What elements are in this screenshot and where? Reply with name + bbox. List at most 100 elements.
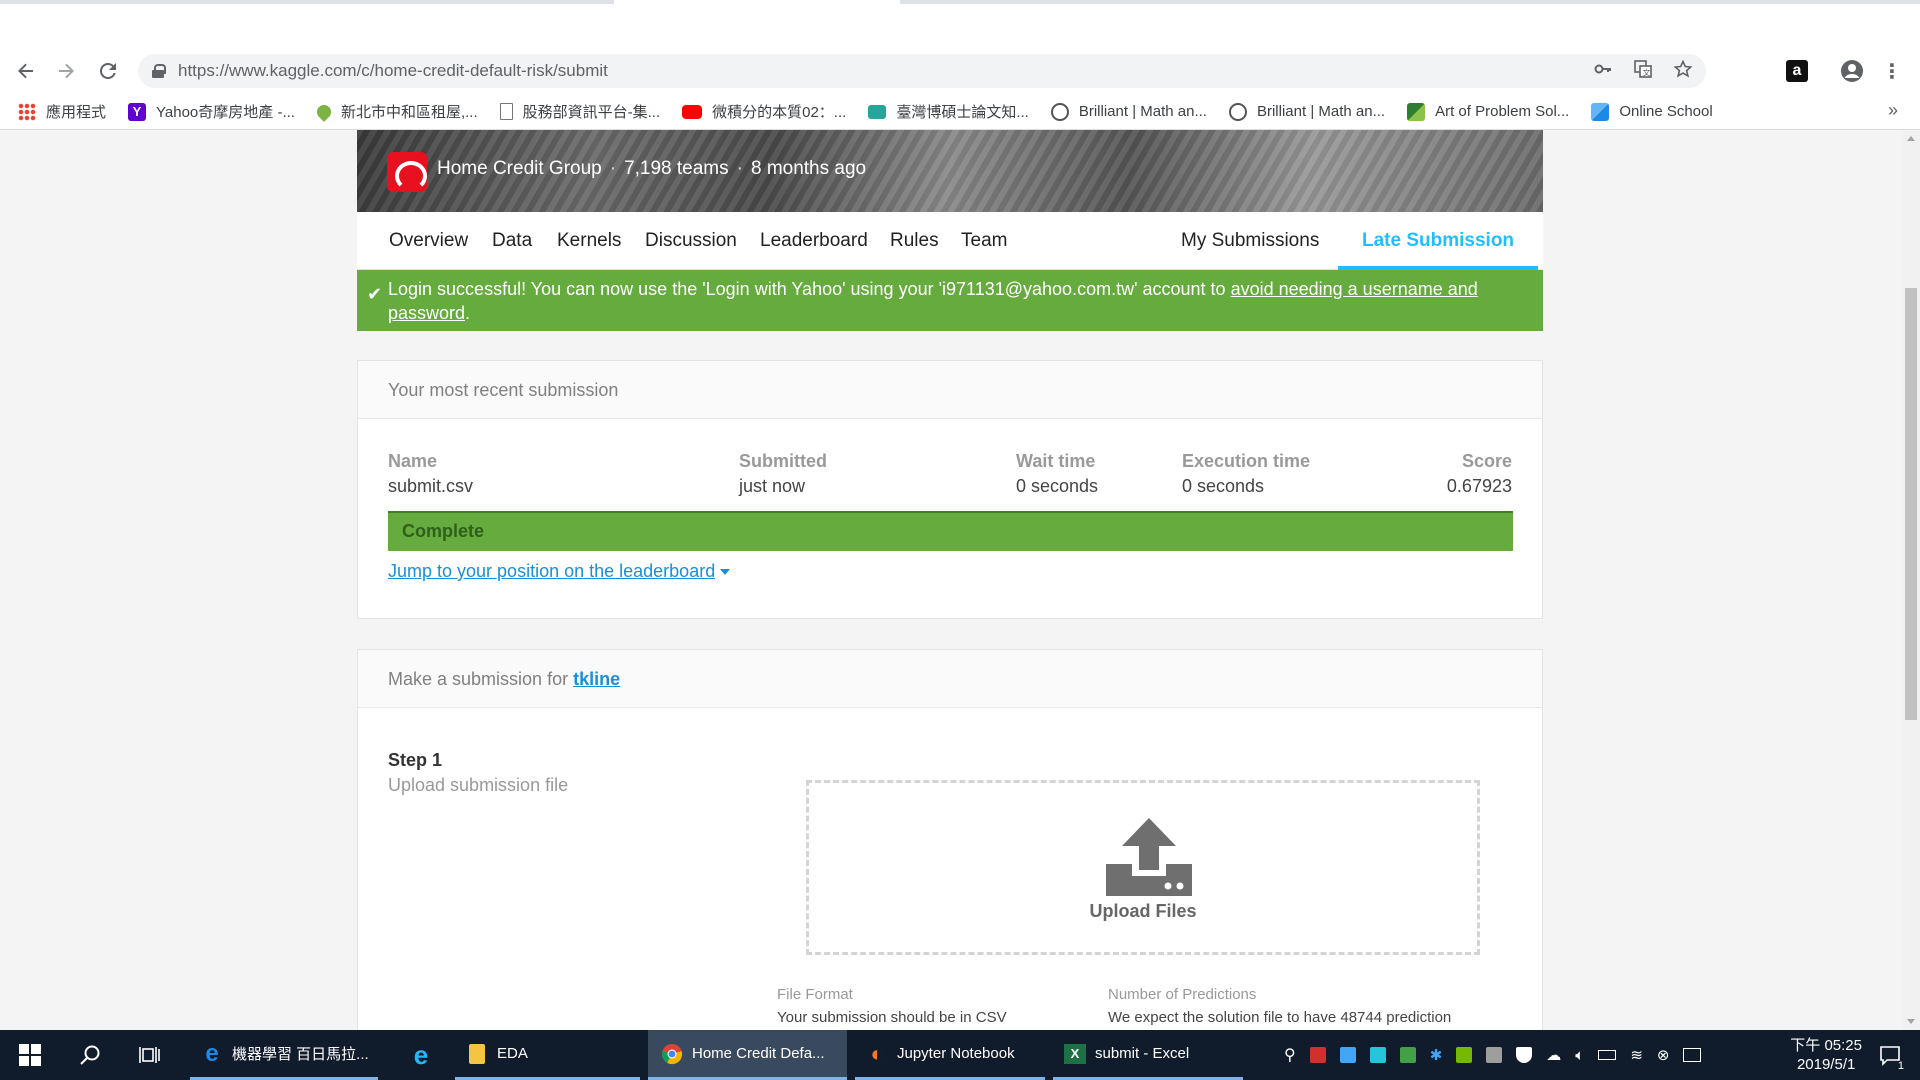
taskbar-item-label: submit - Excel xyxy=(1095,1045,1190,1062)
bookmark-stock-platform[interactable]: 股務部資訊平台-集... xyxy=(499,101,660,122)
taskbar-item-jupyter[interactable]: ◐ Jupyter Notebook xyxy=(855,1030,1045,1080)
login-success-alert: ✔ Login successful! You can now use the … xyxy=(357,270,1543,331)
competition-age: 8 months ago xyxy=(750,158,867,179)
file-format-info: File Format Your submission should be in… xyxy=(777,983,1007,1029)
action-center-button[interactable]: 1 xyxy=(1870,1030,1910,1080)
wait-time-value: 0 seconds xyxy=(1016,476,1099,496)
lock-icon xyxy=(152,64,166,78)
tray-app-icon-gray[interactable] xyxy=(1486,1047,1503,1063)
name-value: submit.csv xyxy=(388,476,474,496)
tab-team[interactable]: Team xyxy=(961,212,1007,270)
team-user-link[interactable]: tkline xyxy=(573,669,620,689)
task-view-button[interactable] xyxy=(134,1030,166,1080)
youtube-icon xyxy=(682,104,703,119)
jump-link-label: Jump to your position on the leaderboard xyxy=(388,561,716,581)
execution-time-value: 0 seconds xyxy=(1182,476,1265,496)
bookmark-label: Art of Problem Sol... xyxy=(1435,103,1570,120)
org-name[interactable]: Home Credit Group xyxy=(437,158,602,179)
tab-kernels[interactable]: Kernels xyxy=(557,212,621,270)
taskbar-item-explorer[interactable]: EDA xyxy=(455,1030,640,1080)
bookmark-brilliant-1[interactable]: Brilliant | Math an... xyxy=(1050,102,1207,121)
folder-icon xyxy=(465,1042,489,1066)
reload-icon[interactable] xyxy=(88,51,128,91)
key-icon[interactable] xyxy=(1594,60,1612,83)
tray-app-icon-red[interactable] xyxy=(1309,1047,1326,1063)
scroll-up-icon[interactable] xyxy=(1907,136,1915,141)
caret-down-icon xyxy=(720,569,731,576)
bookmark-aops[interactable]: Art of Problem Sol... xyxy=(1407,102,1570,121)
taskbar-clock[interactable]: 下午 05:25 2019/5/1 xyxy=(1790,1036,1862,1074)
bookmarks-bar: 應用程式 Y Yahoo奇摩房地產 -... 新北市中和區租屋,... 股務部資… xyxy=(0,94,1920,130)
make-submission-heading: Make a submission for tkline xyxy=(358,650,1542,708)
bookmark-label: 新北市中和區租屋,... xyxy=(340,104,478,121)
bookmark-rental[interactable]: 新北市中和區租屋,... xyxy=(314,101,478,122)
predictions-text: We expect the solution file to have 4874… xyxy=(1108,1009,1452,1026)
active-tab[interactable] xyxy=(614,0,900,4)
tab-discussion[interactable]: Discussion xyxy=(645,212,737,270)
bookmark-label: Online School xyxy=(1619,103,1713,120)
people-icon[interactable]: ⚲ xyxy=(1284,1045,1296,1065)
taskbar-item-ie[interactable]: e xyxy=(396,1030,446,1080)
bookmark-online-school[interactable]: Online School xyxy=(1591,102,1713,121)
back-icon[interactable] xyxy=(6,51,46,91)
address-bar[interactable]: https://www.kaggle.com/c/home-credit-def… xyxy=(138,54,1706,88)
page-scrollbar[interactable] xyxy=(1902,130,1920,1030)
scroll-down-icon[interactable] xyxy=(1907,1019,1915,1024)
forward-icon[interactable] xyxy=(46,51,86,91)
account-icon[interactable] xyxy=(1839,58,1865,84)
taskbar-item-label: Jupyter Notebook xyxy=(897,1045,1015,1062)
windows-icon xyxy=(19,1044,41,1066)
bookmark-label: 臺灣博碩士論文知... xyxy=(896,104,1029,121)
tab-overview[interactable]: Overview xyxy=(389,212,468,270)
shield-icon[interactable] xyxy=(1516,1047,1533,1063)
bookmark-thesis[interactable]: 臺灣博碩士論文知... xyxy=(868,101,1029,122)
search-button[interactable] xyxy=(74,1030,106,1080)
bluetooth-icon[interactable]: ✱ xyxy=(1430,1046,1443,1064)
browser-tab-strip xyxy=(0,0,1920,48)
upload-files-label: Upload Files xyxy=(1089,901,1197,921)
taskbar-item-chrome[interactable]: Home Credit Defa... xyxy=(648,1030,847,1080)
nvidia-icon[interactable] xyxy=(1456,1047,1473,1063)
tab-late-submission[interactable]: Late Submission xyxy=(1338,212,1539,270)
upload-dropzone[interactable]: Upload Files xyxy=(806,780,1480,955)
scrollbar-thumb[interactable] xyxy=(1905,288,1917,720)
wifi-icon[interactable]: ≋ xyxy=(1630,1046,1643,1064)
tab-leaderboard[interactable]: Leaderboard xyxy=(760,212,868,270)
no-network-icon[interactable]: ⊗ xyxy=(1657,1046,1670,1064)
amazon-extension-icon[interactable]: a xyxy=(1786,60,1808,82)
bookmark-apps[interactable]: 應用程式 xyxy=(18,101,106,122)
bookmarks-overflow-icon[interactable]: » xyxy=(1888,100,1898,121)
translate-icon[interactable]: 文 xyxy=(1634,59,1652,83)
document-icon xyxy=(499,103,513,120)
tab-rules[interactable]: Rules xyxy=(890,212,939,270)
start-button[interactable] xyxy=(14,1030,46,1080)
tab-my-submissions[interactable]: My Submissions xyxy=(1181,212,1319,270)
wait-time-label: Wait time xyxy=(1016,451,1096,471)
yahoo-icon: Y xyxy=(128,102,147,121)
menu-icon[interactable]: ⋮ xyxy=(1882,58,1902,84)
bookmark-yahoo-realestate[interactable]: Y Yahoo奇摩房地產 -... xyxy=(128,101,295,122)
tab-data[interactable]: Data xyxy=(492,212,532,270)
battery-icon[interactable] xyxy=(1598,1050,1617,1060)
alert-tail: . xyxy=(465,303,471,323)
tray-app-icon-teal[interactable] xyxy=(1369,1047,1386,1063)
tray-app-icon-blue[interactable] xyxy=(1339,1047,1356,1063)
competition-tabs: Overview Data Kernels Discussion Leaderb… xyxy=(357,212,1543,270)
taskbar-item-excel[interactable]: X submit - Excel xyxy=(1053,1030,1243,1080)
browser-toolbar: https://www.kaggle.com/c/home-credit-def… xyxy=(0,48,1920,94)
jump-to-leaderboard-link[interactable]: Jump to your position on the leaderboard xyxy=(388,561,731,582)
score-value: 0.67923 xyxy=(1446,476,1512,496)
taskbar-item-label: 機器學習 百日馬拉... xyxy=(232,1046,369,1063)
bookmark-youtube-calculus[interactable]: 微積分的本質02：... xyxy=(682,101,846,122)
bookmark-brilliant-2[interactable]: Brilliant | Math an... xyxy=(1228,102,1385,121)
onedrive-icon[interactable]: ☁ xyxy=(1546,1046,1561,1064)
star-icon[interactable] xyxy=(1673,59,1693,83)
keyboard-icon[interactable] xyxy=(1683,1048,1702,1062)
apps-grid-icon xyxy=(18,102,36,121)
taskbar-item-edge[interactable]: e 機器學習 百日馬拉... xyxy=(190,1030,378,1080)
col-execution-time: Execution time 0 seconds xyxy=(1182,449,1310,499)
excel-icon: X xyxy=(1063,1042,1087,1066)
tray-app-icon-green[interactable] xyxy=(1399,1047,1416,1063)
map-pin-icon xyxy=(314,101,334,122)
volume-icon[interactable]: 🔈︎ xyxy=(1575,1047,1584,1064)
